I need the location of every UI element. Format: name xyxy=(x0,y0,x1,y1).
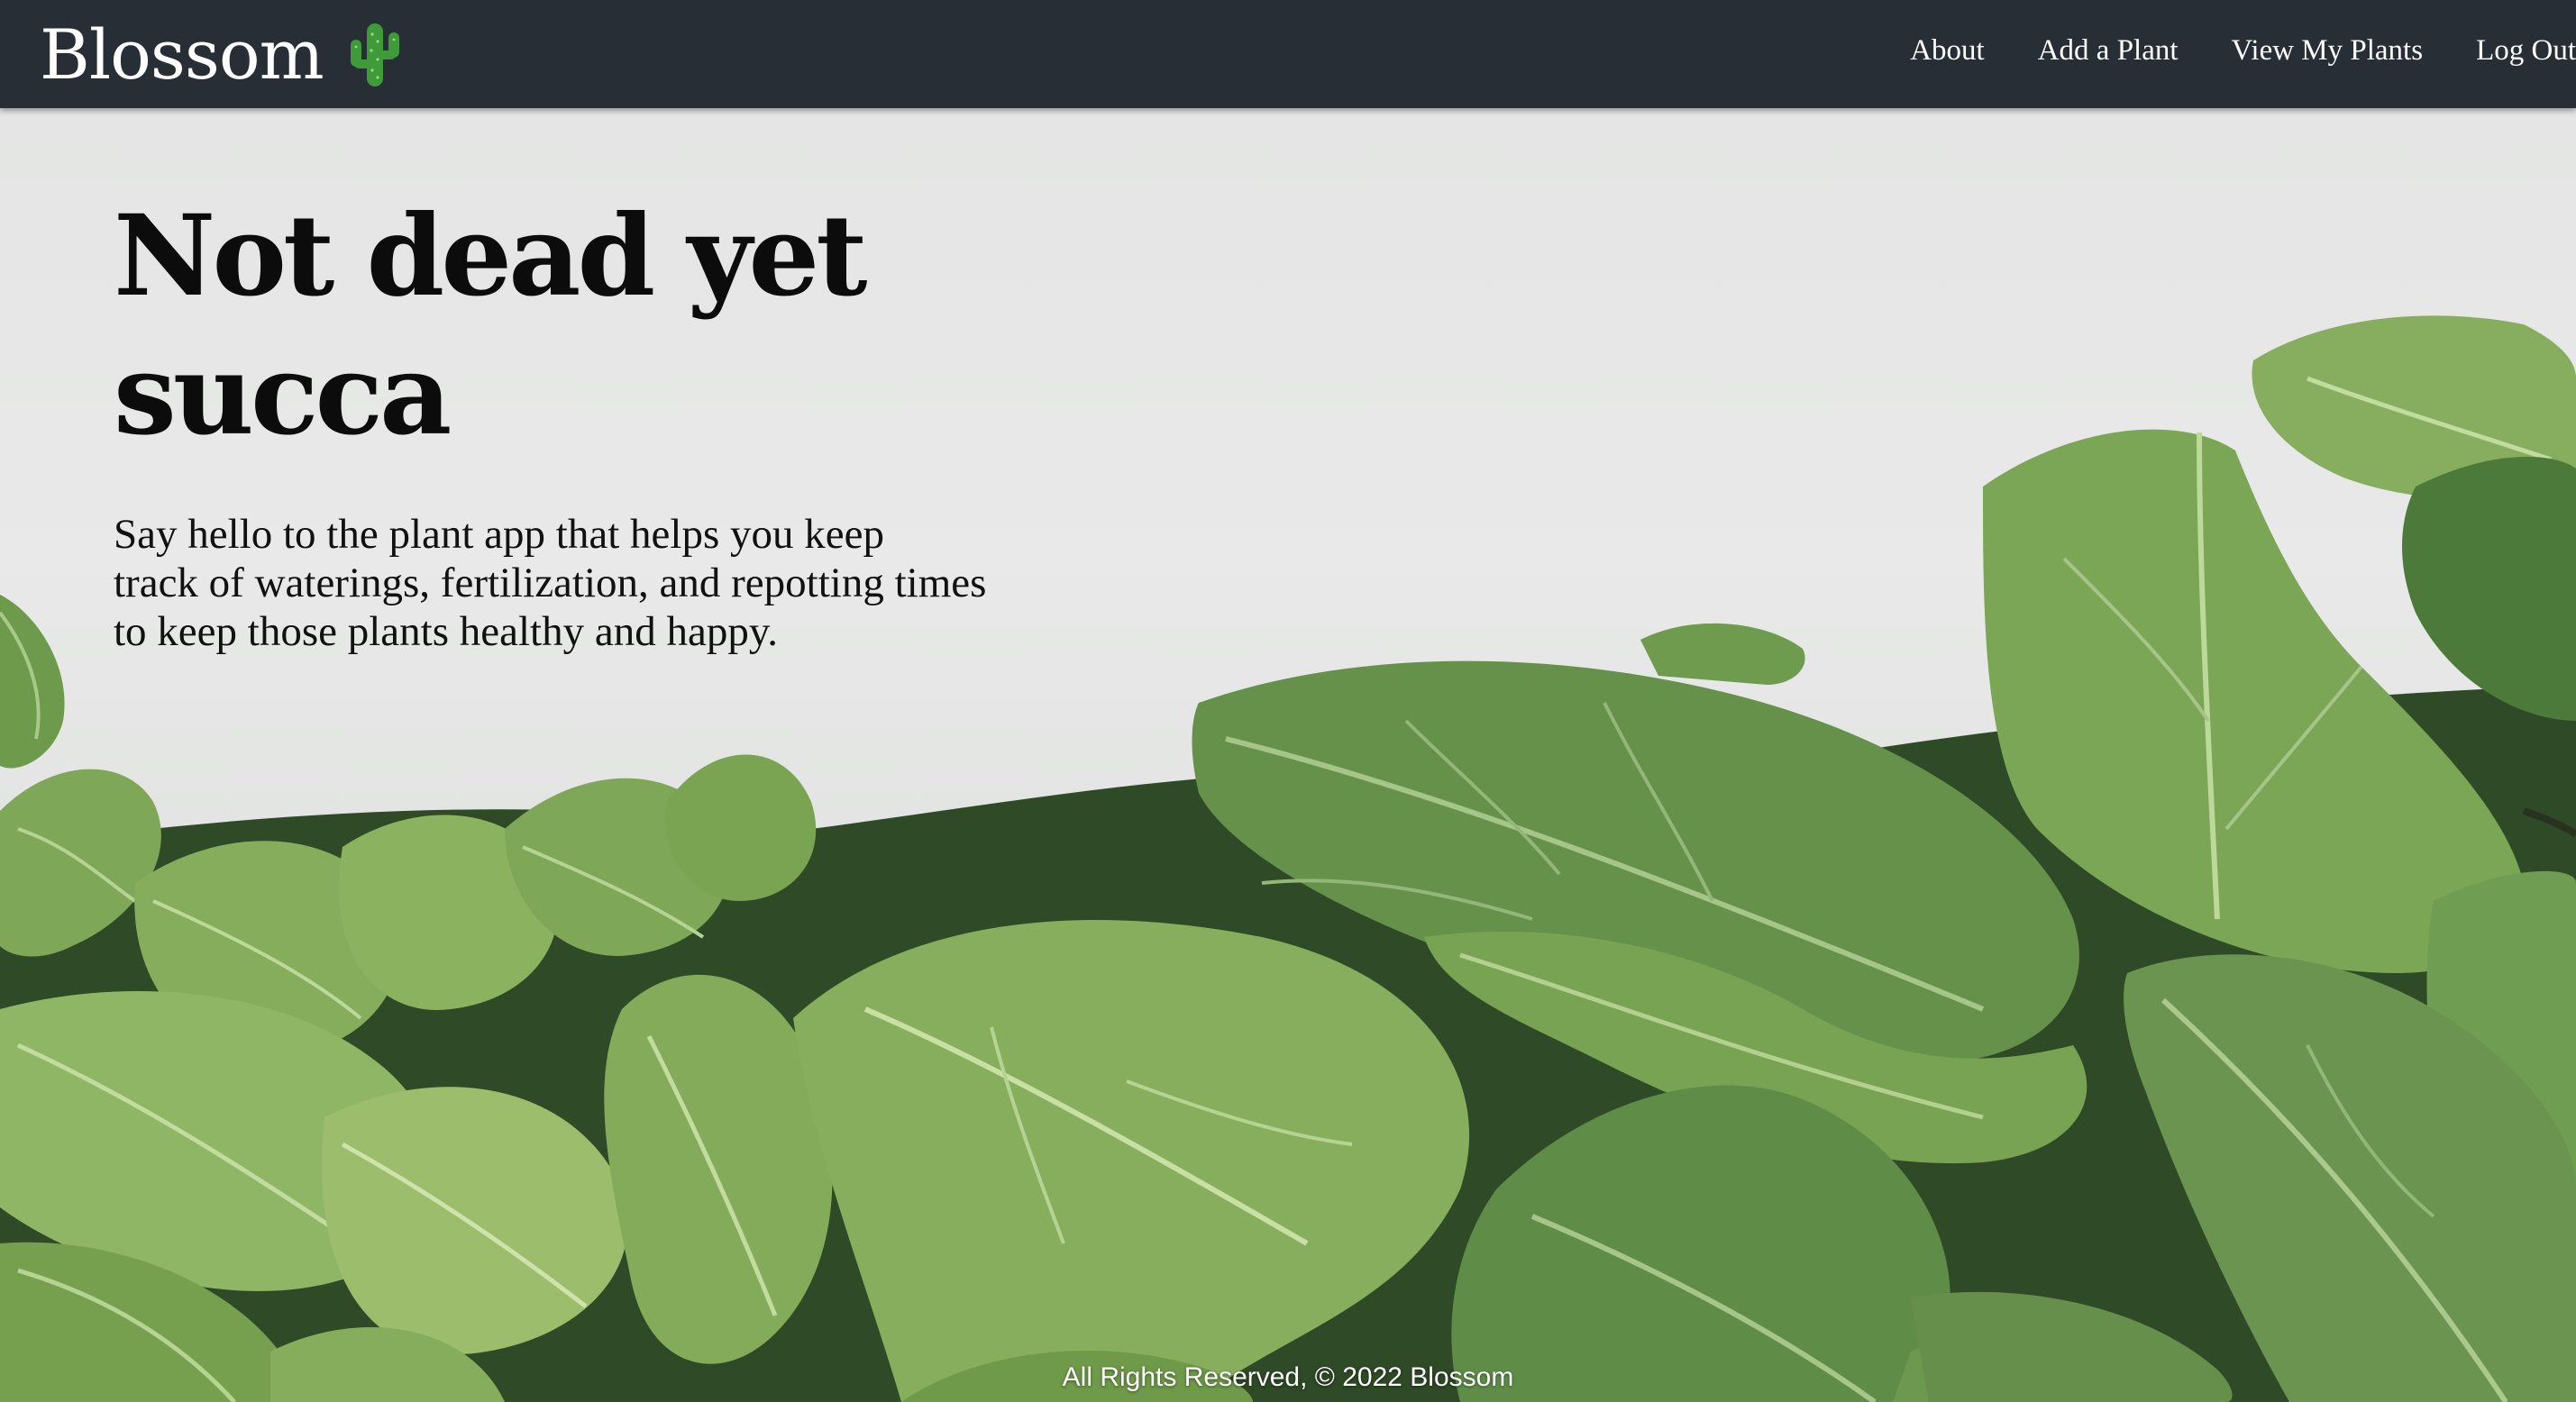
hero-text-block: Not dead yet succa Say hello to the plan… xyxy=(114,187,1105,656)
hero-title-line-2: succa xyxy=(114,330,452,460)
hero-title: Not dead yet succa xyxy=(114,187,1105,465)
hero-subtitle: Say hello to the plant app that helps yo… xyxy=(114,510,1042,656)
hero-subtitle-line-2: track of waterings, fertilization, and r… xyxy=(114,560,987,606)
hero-section: Not dead yet succa Say hello to the plan… xyxy=(0,108,2576,1402)
hero-title-line-1: Not dead yet xyxy=(114,191,868,322)
nav-link-about[interactable]: About xyxy=(1910,34,1985,68)
cactus-icon xyxy=(350,23,399,86)
nav-link-view-my-plants[interactable]: View My Plants xyxy=(2232,34,2424,68)
nav-link-add-plant[interactable]: Add a Plant xyxy=(2038,34,2179,68)
top-navbar: Blossom About Add a Plant View My Plants… xyxy=(0,0,2576,108)
hero-subtitle-line-3: to keep those plants healthy and happy. xyxy=(114,608,779,655)
brand-logo-link[interactable]: Blossom xyxy=(40,5,403,103)
footer-copyright: All Rights Reserved, © 2022 Blossom xyxy=(1062,1362,1514,1392)
hero-subtitle-line-1: Say hello to the plant app that helps yo… xyxy=(114,511,884,558)
nav-link-log-out[interactable]: Log Out xyxy=(2476,34,2576,68)
nav-links: About Add a Plant View My Plants Log Out xyxy=(1857,0,2576,101)
brand-name: Blossom xyxy=(40,14,324,95)
